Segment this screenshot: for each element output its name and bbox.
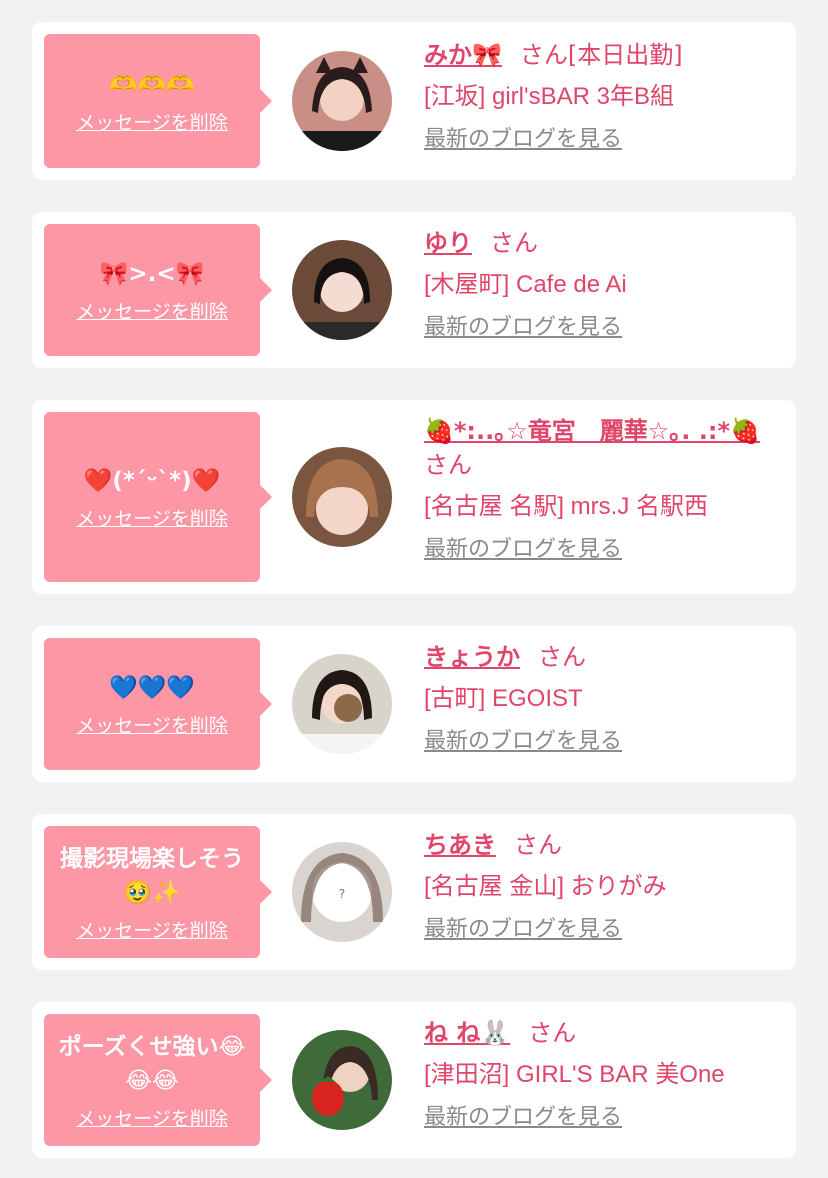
svg-text:?: ? [339, 887, 345, 901]
girl-name-link[interactable]: きょうか [424, 643, 520, 671]
shop-label: [津田沼] GIRL'S BAR 美One [424, 1061, 725, 1088]
honorific: さん [424, 451, 472, 479]
favorite-card: ポーズくせ強い😂😂😂 メッセージを削除 ね ね🐰 さん [津田沼] GIRL'S … [32, 1002, 796, 1158]
girl-name-link[interactable]: ちあき [424, 831, 496, 859]
avatar[interactable] [292, 240, 392, 340]
latest-blog-link[interactable]: 最新のブログを見る [424, 914, 776, 944]
girl-name-link[interactable]: ゆり [424, 229, 472, 257]
favorite-card: 🫶🫶🫶 メッセージを削除 みか🎀 さん[本日出勤] [江坂] girl'sBAR … [32, 22, 796, 180]
latest-blog-link[interactable]: 最新のブログを見る [424, 534, 776, 564]
honorific: さん [528, 1019, 577, 1047]
avatar[interactable] [292, 51, 392, 151]
latest-blog-link[interactable]: 最新のブログを見る [424, 312, 776, 342]
shop-label: [江坂] girl'sBAR 3年B組 [424, 83, 674, 110]
girl-name-link[interactable]: 🍓*:..｡☆竜宮 麗華☆｡. .:*🍓 [424, 417, 760, 445]
girl-name-link[interactable]: ね ね🐰 [424, 1019, 510, 1047]
message-bubble: 撮影現場楽しそう🥹✨ メッセージを削除 [44, 826, 272, 958]
message-text: 🫶🫶🫶 [109, 71, 195, 98]
honorific: さん [519, 41, 568, 69]
latest-blog-link[interactable]: 最新のブログを見る [424, 124, 776, 154]
message-text: ポーズくせ強い😂😂😂 [58, 1033, 246, 1094]
message-text: 💙💙💙 [109, 674, 195, 701]
honorific: さん [538, 643, 586, 671]
avatar[interactable]: ? [292, 842, 392, 942]
favorite-list: 🫶🫶🫶 メッセージを削除 みか🎀 さん[本日出勤] [江坂] girl'sBAR … [0, 0, 828, 1178]
favorite-card: 💙💙💙 メッセージを削除 きょうか さん [古町] EGOIST 最新のブログを見… [32, 626, 796, 782]
shop-label: [古町] EGOIST [424, 685, 583, 712]
latest-blog-link[interactable]: 最新のブログを見る [424, 726, 776, 756]
status-label: [本日出勤] [567, 41, 683, 69]
message-text: 撮影現場楽しそう🥹✨ [60, 845, 244, 906]
favorite-card: ❤️(*´ᵕ`*)❤️ メッセージを削除 🍓*:..｡☆竜宮 麗華☆｡. .:*… [32, 400, 796, 594]
shop-label: [木屋町] Cafe de Ai [424, 271, 627, 298]
message-text: 🎀>.<🎀 [99, 260, 205, 287]
delete-message-link[interactable]: メッセージを削除 [76, 504, 228, 531]
favorite-card: 🎀>.<🎀 メッセージを削除 ゆり さん [木屋町] Cafe de Ai 最新の… [32, 212, 796, 368]
shop-label: [名古屋 名駅] mrs.J 名駅西 [424, 493, 708, 520]
message-bubble: 💙💙💙 メッセージを削除 [44, 638, 272, 770]
message-bubble: ❤️(*´ᵕ`*)❤️ メッセージを削除 [44, 412, 272, 582]
avatar[interactable] [292, 447, 392, 547]
delete-message-link[interactable]: メッセージを削除 [76, 1104, 228, 1131]
avatar[interactable] [292, 654, 392, 754]
message-bubble: ポーズくせ強い😂😂😂 メッセージを削除 [44, 1014, 272, 1146]
delete-message-link[interactable]: メッセージを削除 [76, 297, 228, 324]
message-text: ❤️(*´ᵕ`*)❤️ [83, 467, 221, 494]
delete-message-link[interactable]: メッセージを削除 [76, 711, 228, 738]
avatar[interactable] [292, 1030, 392, 1130]
honorific: さん [490, 229, 538, 257]
delete-message-link[interactable]: メッセージを削除 [76, 916, 228, 943]
honorific: さん [514, 831, 562, 859]
girl-name-link[interactable]: みか🎀 [424, 41, 502, 69]
shop-label: [名古屋 金山] おりがみ [424, 873, 667, 900]
message-bubble: 🎀>.<🎀 メッセージを削除 [44, 224, 272, 356]
message-bubble: 🫶🫶🫶 メッセージを削除 [44, 34, 272, 168]
favorite-card: 撮影現場楽しそう🥹✨ メッセージを削除 ? ちあき さん [名古屋 金山] おりが… [32, 814, 796, 970]
delete-message-link[interactable]: メッセージを削除 [76, 108, 228, 135]
latest-blog-link[interactable]: 最新のブログを見る [424, 1102, 776, 1132]
